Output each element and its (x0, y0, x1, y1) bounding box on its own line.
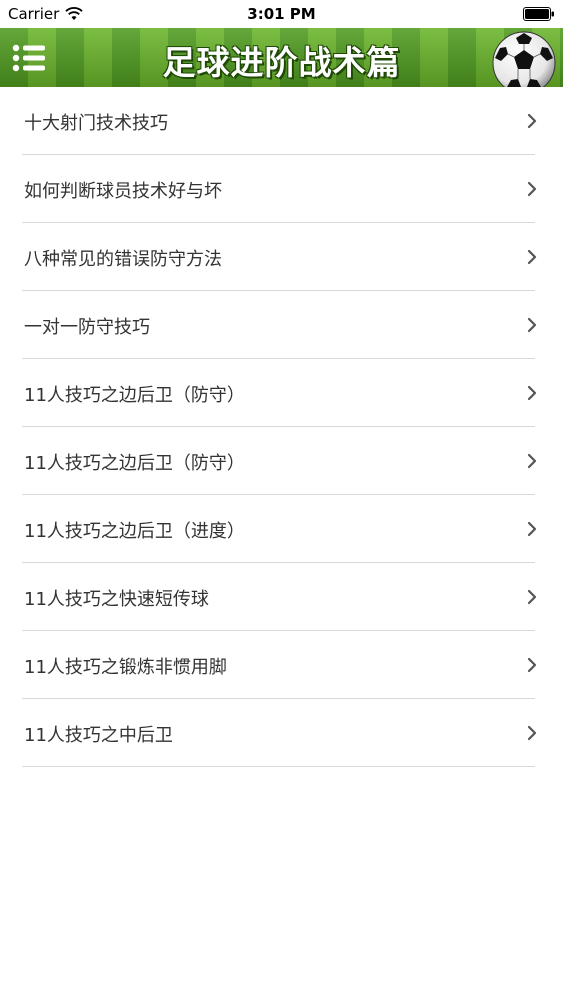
chevron-right-icon (527, 181, 537, 197)
chevron-right-icon (527, 317, 537, 333)
list-item-label: 如何判断球员技术好与坏 (24, 181, 222, 202)
list-item[interactable]: 11人技巧之中后卫 (0, 699, 563, 767)
list-item[interactable]: 十大射门技术技巧 (0, 87, 563, 155)
list-item-label: 11人技巧之边后卫（防守） (24, 453, 245, 474)
list-item[interactable]: 八种常见的错误防守方法 (0, 223, 563, 291)
chevron-right-icon (527, 657, 537, 673)
soccer-ball-icon (492, 31, 556, 87)
list-item-label: 11人技巧之快速短传球 (24, 589, 209, 610)
list-item[interactable]: 11人技巧之快速短传球 (0, 563, 563, 631)
status-time: 3:01 PM (247, 5, 316, 23)
list-item[interactable]: 11人技巧之边后卫（进度） (0, 495, 563, 563)
chevron-right-icon (527, 725, 537, 741)
list-item-label: 十大射门技术技巧 (24, 113, 168, 134)
list-item-label: 11人技巧之中后卫 (24, 725, 173, 746)
list-item-label: 11人技巧之边后卫（防守） (24, 385, 245, 406)
chevron-right-icon (527, 453, 537, 469)
list-item-label: 11人技巧之锻炼非惯用脚 (24, 657, 227, 678)
list-item-label: 11人技巧之边后卫（进度） (24, 521, 245, 542)
chevron-right-icon (527, 521, 537, 537)
status-bar: Carrier 3:01 PM (0, 0, 563, 28)
page-title: 足球进阶战术篇 (162, 43, 401, 82)
list-item[interactable]: 11人技巧之边后卫（防守） (0, 359, 563, 427)
chevron-right-icon (527, 249, 537, 265)
battery-icon (523, 7, 554, 21)
list-item[interactable]: 11人技巧之锻炼非惯用脚 (0, 631, 563, 699)
list-item[interactable]: 11人技巧之边后卫（防守） (0, 427, 563, 495)
list-item[interactable]: 一对一防守技巧 (0, 291, 563, 359)
list-item-label: 一对一防守技巧 (24, 317, 150, 338)
topic-list: 十大射门技术技巧 如何判断球员技术好与坏 八种常见的错误防守方法 一对一防守技巧… (0, 87, 563, 767)
chevron-right-icon (527, 385, 537, 401)
chevron-right-icon (527, 589, 537, 605)
chevron-right-icon (527, 113, 537, 129)
nav-header: 足球进阶战术篇 (0, 28, 563, 87)
list-item-label: 八种常见的错误防守方法 (24, 249, 222, 270)
list-item[interactable]: 如何判断球员技术好与坏 (0, 155, 563, 223)
